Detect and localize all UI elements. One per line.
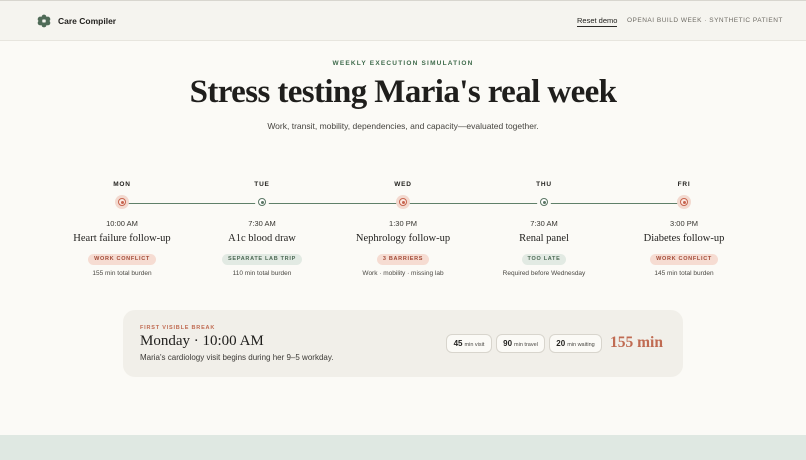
hero-eyebrow: WEEKLY EXECUTION SIMULATION [332, 60, 474, 67]
pill-unit: min visit [464, 342, 485, 348]
status-badge: TOO LATE [521, 254, 567, 265]
pill-value: 45 [453, 339, 463, 348]
footer-band [0, 435, 806, 460]
pill-unit: min travel [514, 342, 538, 348]
app-name: Care Compiler [58, 16, 117, 26]
visit-note: 145 min total burden [654, 270, 714, 277]
status-badge: SEPARATE LAB TRIP [222, 254, 302, 265]
pill-value: 90 [503, 339, 513, 348]
flower-icon [37, 14, 51, 28]
page-subtitle: Work, transit, mobility, dependencies, a… [267, 121, 539, 131]
brand[interactable]: Care Compiler [37, 14, 116, 28]
status-badge: 3 BARRIERS [376, 254, 430, 265]
visit-name: Diabetes follow-up [643, 233, 725, 244]
reset-demo-link[interactable]: Reset demo [577, 16, 618, 27]
timeline-dot-alert[interactable] [396, 195, 410, 209]
visit-time: 3:00 PM [670, 219, 698, 228]
timeline-dot[interactable] [255, 195, 269, 209]
day-label: FRI [677, 181, 691, 188]
travel-minutes-pill: 90 min travel [496, 334, 545, 353]
visit-minutes-pill: 45 min visit [446, 334, 492, 353]
total-burden: 155 min [610, 334, 663, 351]
status-badge: WORK CONFLICT [88, 254, 156, 265]
card-description: Maria's cardiology visit begins during h… [140, 353, 334, 362]
first-break-card: FIRST VISIBLE BREAK Monday · 10:00 AM Ma… [123, 310, 683, 377]
event-label: OPENAI BUILD WEEK · SYNTHETIC PATIENT [627, 17, 783, 24]
day-column-fri[interactable]: FRI 3:00 PM Diabetes follow-up WORK CONF… [599, 180, 769, 279]
top-bar: Care Compiler Reset demo OPENAI BUILD WE… [0, 0, 806, 41]
timeline-dot-alert[interactable] [115, 195, 129, 209]
page-title: Stress testing Maria's real week [189, 74, 617, 110]
waiting-minutes-pill: 20 min waiting [549, 334, 602, 353]
card-title: Monday · 10:00 AM [140, 333, 264, 349]
pill-unit: min waiting [567, 342, 595, 348]
status-badge: WORK CONFLICT [650, 254, 718, 265]
timeline-dot-alert[interactable] [677, 195, 691, 209]
pill-value: 20 [556, 339, 566, 348]
card-eyebrow: FIRST VISIBLE BREAK [140, 325, 216, 331]
timeline-dot[interactable] [537, 195, 551, 209]
